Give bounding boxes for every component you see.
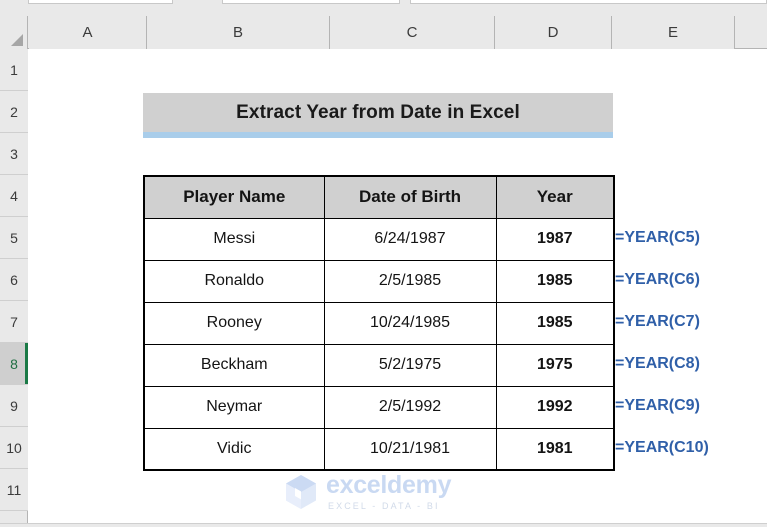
column-header-year: Year xyxy=(495,175,615,219)
cell-date-of-birth: 5/2/1975 xyxy=(323,343,497,387)
title-banner: Extract Year from Date in Excel xyxy=(143,93,613,138)
formula-annotation: =YEAR(C5) xyxy=(615,229,700,246)
cell-year: 1981 xyxy=(495,427,615,471)
select-all-corner[interactable] xyxy=(0,16,28,49)
cell-year: 1987 xyxy=(495,217,615,261)
data-table: Player Name Date of Birth Year Messi 6/24… xyxy=(143,175,615,471)
bottom-edge-sliver xyxy=(0,523,767,527)
row-header-9[interactable]: 9 xyxy=(0,385,28,427)
column-header-band: ABCDE xyxy=(0,16,767,49)
formula-annotation: =YEAR(C8) xyxy=(615,355,700,372)
title-banner-text: Extract Year from Date in Excel xyxy=(236,101,520,123)
row-header-2[interactable]: 2 xyxy=(0,91,28,133)
exceldemy-watermark: exceldemy EXCEL - DATA - BI xyxy=(284,473,451,511)
cell-player-name: Messi xyxy=(143,217,325,261)
cell-player-name: Rooney xyxy=(143,301,325,345)
ribbon-strip-partial xyxy=(0,0,767,16)
cell-year: 1992 xyxy=(495,385,615,429)
table-row: Ronaldo 2/5/1985 1985 xyxy=(143,259,615,303)
row-header-4[interactable]: 4 xyxy=(0,175,28,217)
cell-date-of-birth: 6/24/1987 xyxy=(323,217,497,261)
watermark-text-block: exceldemy EXCEL - DATA - BI xyxy=(326,473,451,511)
table-row: Beckham 5/2/1975 1975 xyxy=(143,343,615,387)
formula-annotation-list: =YEAR(C5) =YEAR(C6) =YEAR(C7) =YEAR(C8) =YEA… xyxy=(615,175,767,469)
row-header-3[interactable]: 3 xyxy=(0,133,28,175)
column-header-c[interactable]: C xyxy=(330,16,495,49)
row-header-1[interactable]: 1 xyxy=(0,49,28,91)
row-header-8[interactable]: 8 xyxy=(0,343,28,385)
table-row: Vidic 10/21/1981 1981 xyxy=(143,427,615,471)
sheet-canvas[interactable]: Extract Year from Date in Excel Player N… xyxy=(29,49,767,527)
row-header-11[interactable]: 11 xyxy=(0,469,28,511)
column-header-player-name: Player Name xyxy=(143,175,325,219)
column-header-e[interactable]: E xyxy=(612,16,735,49)
column-header-b[interactable]: B xyxy=(147,16,330,49)
cell-year: 1985 xyxy=(495,259,615,303)
column-header-a[interactable]: A xyxy=(29,16,147,49)
cell-player-name: Beckham xyxy=(143,343,325,387)
row-header-5[interactable]: 5 xyxy=(0,217,28,259)
table-row: Neymar 2/5/1992 1992 xyxy=(143,385,615,429)
row-header-10[interactable]: 10 xyxy=(0,427,28,469)
cell-date-of-birth: 10/21/1981 xyxy=(323,427,497,471)
excel-worksheet-screenshot: ABCDE 1 2 3 4 5 6 7 8 9 10 11 Extract Year from Da… xyxy=(0,0,767,527)
cell-date-of-birth: 2/5/1992 xyxy=(323,385,497,429)
select-all-triangle-icon xyxy=(11,34,23,46)
column-header-d[interactable]: D xyxy=(495,16,612,49)
ribbon-control-1[interactable] xyxy=(28,0,173,4)
cell-date-of-birth: 10/24/1985 xyxy=(323,301,497,345)
ribbon-control-2[interactable] xyxy=(222,0,400,4)
cell-year: 1975 xyxy=(495,343,615,387)
table-row: Rooney 10/24/1985 1985 xyxy=(143,301,615,345)
ribbon-control-3[interactable] xyxy=(410,0,767,4)
formula-annotation: =YEAR(C10) xyxy=(615,439,709,456)
cell-date-of-birth: 2/5/1985 xyxy=(323,259,497,303)
cell-player-name: Neymar xyxy=(143,385,325,429)
column-header-date-of-birth: Date of Birth xyxy=(323,175,497,219)
cell-year: 1985 xyxy=(495,301,615,345)
exceldemy-cube-logo-icon xyxy=(286,475,316,509)
cell-player-name: Vidic xyxy=(143,427,325,471)
formula-annotation: =YEAR(C7) xyxy=(615,313,700,330)
watermark-tagline: EXCEL - DATA - BI xyxy=(328,501,440,511)
table-row: Messi 6/24/1987 1987 xyxy=(143,217,615,261)
formula-annotation: =YEAR(C6) xyxy=(615,271,700,288)
row-header-7[interactable]: 7 xyxy=(0,301,28,343)
formula-annotation: =YEAR(C9) xyxy=(615,397,700,414)
watermark-brand-name: exceldemy xyxy=(326,471,452,499)
cell-player-name: Ronaldo xyxy=(143,259,325,303)
row-header-6[interactable]: 6 xyxy=(0,259,28,301)
row-header-column: 1 2 3 4 5 6 7 8 9 10 11 xyxy=(0,49,28,527)
table-header-row: Player Name Date of Birth Year xyxy=(143,175,615,219)
